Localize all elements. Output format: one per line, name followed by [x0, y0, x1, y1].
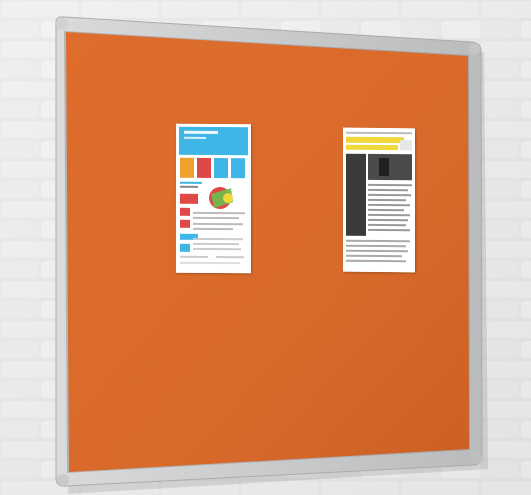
corner-cap [470, 452, 482, 464]
poster-left-graphic [176, 123, 251, 274]
corner-cap [57, 474, 69, 486]
photo-scene [0, 0, 531, 495]
corner-cap [56, 18, 68, 30]
poster-right-graphic [343, 127, 415, 273]
corner-cap [468, 43, 480, 55]
notice-board [55, 16, 488, 494]
poster-right [343, 127, 415, 273]
poster-left [176, 123, 251, 274]
